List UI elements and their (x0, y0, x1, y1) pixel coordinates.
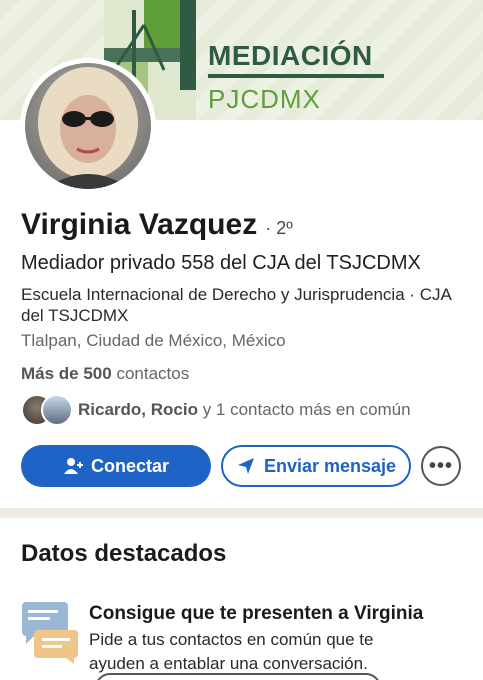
mutual-rest: y 1 contacto más en común (202, 400, 411, 419)
profile-photo (25, 63, 151, 189)
banner-subtitle: PJCDMX (208, 84, 321, 114)
highlights-title: Datos destacados (21, 540, 227, 567)
mutual-avatars (21, 394, 75, 426)
section-divider (0, 508, 483, 518)
connect-label: Conectar (90, 455, 170, 476)
banner-title: MEDIACIÓN (208, 40, 373, 71)
send-message-button[interactable]: Enviar mensaje (221, 445, 411, 487)
name-row: Virginia Vazquez · 2º (21, 208, 293, 242)
connect-button[interactable]: Conectar (21, 445, 211, 487)
profile-name: Virginia Vazquez (21, 208, 258, 241)
profile-avatar[interactable] (20, 58, 156, 194)
add-person-icon (63, 458, 83, 474)
connections-number: Más de 500 (21, 364, 112, 383)
mutual-connections[interactable]: Ricardo, Rocio y 1 contacto más en común (21, 394, 411, 426)
mutual-names: Ricardo, Rocio (78, 400, 198, 419)
intro-description: Pide a tus contactos en común que te ayu… (89, 630, 374, 673)
connections-count[interactable]: Más de 500 contactos (21, 364, 189, 384)
more-options-button[interactable]: ••• (421, 446, 461, 486)
intro-title: Consigue que te presenten a Virginia (89, 603, 424, 624)
mutual-avatar-2 (41, 394, 73, 426)
send-message-label: Enviar mensaje (263, 455, 397, 476)
profile-headline: Mediador privado 558 del CJA del TSJCDMX (21, 252, 421, 274)
profile-location: Tlalpan, Ciudad de México, México (21, 331, 286, 350)
banner-divider (208, 74, 384, 78)
more-icon: ••• (428, 454, 453, 477)
connections-label: contactos (116, 364, 190, 383)
connection-degree: · 2º (265, 218, 293, 238)
mutual-text: Ricardo, Rocio y 1 contacto más en común (78, 400, 411, 420)
profile-education[interactable]: Escuela Internacional de Derecho y Juris… (21, 284, 471, 326)
chat-bubbles-icon (22, 602, 78, 664)
intro-action-button[interactable] (95, 673, 381, 680)
send-icon (237, 458, 254, 474)
